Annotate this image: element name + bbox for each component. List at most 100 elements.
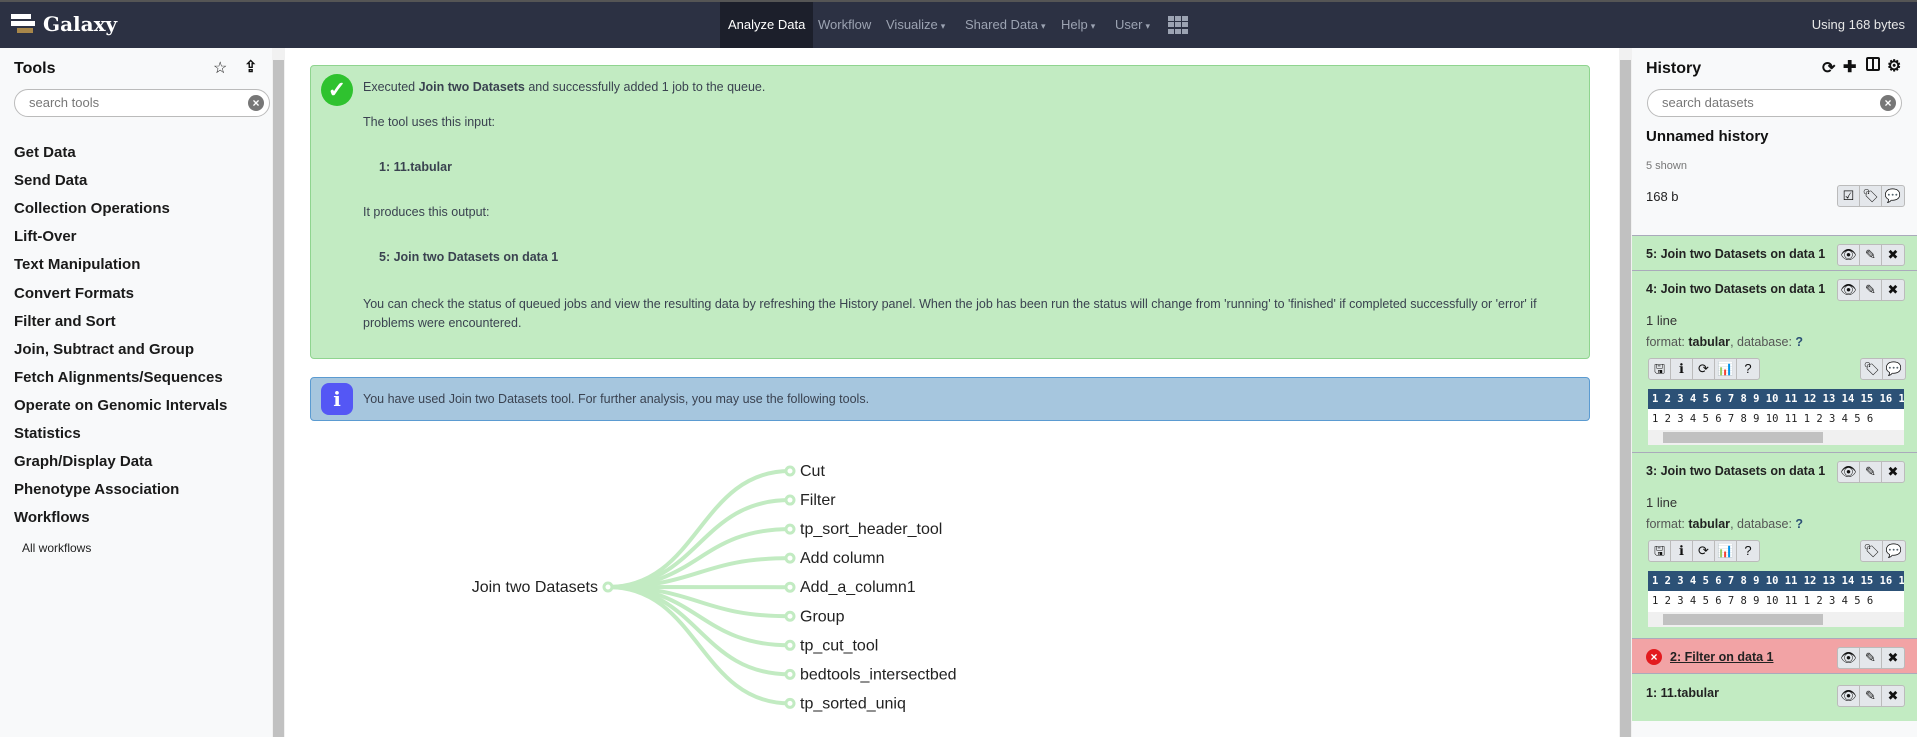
dataset-title[interactable]: 4: Join two Datasets on data 1 [1646,282,1825,296]
tree-node[interactable] [602,581,614,593]
tool-section[interactable]: Collection Operations [14,200,170,217]
tool-section[interactable]: Graph/Display Data [14,453,152,470]
tool-panel-scrollbar[interactable] [272,48,285,737]
info-icon[interactable]: ℹ [1671,541,1693,561]
tree-node[interactable] [784,668,796,680]
suggested-tool-link[interactable]: Add column [800,550,885,567]
center-scrollbar[interactable] [1619,48,1632,737]
save-icon[interactable]: 🖫 [1649,359,1671,379]
history-dataset[interactable]: 3: Join two Datasets on data 1 👁 ✎ ✖ 1 line … [1632,452,1917,638]
nav-visualize[interactable]: Visualize ▾ [878,2,953,48]
help-icon[interactable]: ? [1737,541,1759,561]
history-dataset[interactable]: 1: 11.tabular 👁 ✎ ✖ [1632,673,1917,721]
eye-icon[interactable]: 👁 [1838,686,1860,706]
delete-icon[interactable]: ✖ [1882,462,1904,482]
visualize-icon[interactable]: 📊 [1715,541,1737,561]
upload-icon[interactable]: ⇪ [244,57,257,77]
quota-usage[interactable]: Using 168 bytes [1812,2,1905,48]
history-dataset[interactable]: 4: Join two Datasets on data 1 👁 ✎ ✖ 1 line … [1632,270,1917,452]
tags-icon[interactable]: 🏷 [1861,541,1883,561]
delete-icon[interactable]: ✖ [1882,686,1904,706]
dataset-title[interactable]: 1: 11.tabular [1646,686,1719,700]
tree-node[interactable] [784,610,796,622]
clear-icon[interactable]: × [248,95,264,111]
tree-node[interactable] [784,465,796,477]
nav-help[interactable]: Help ▾ [1053,2,1103,48]
annotation-icon[interactable]: 💬 [1882,186,1904,206]
pencil-icon[interactable]: ✎ [1860,462,1882,482]
suggested-tool-link[interactable]: Group [800,608,845,625]
plus-icon[interactable]: ✚ [1843,57,1856,77]
tool-section[interactable]: Fetch Alignments/Sequences [14,369,223,386]
history-name[interactable]: Unnamed history [1646,128,1769,145]
search-datasets-input[interactable]: search datasets × [1647,89,1902,117]
pencil-icon[interactable]: ✎ [1860,280,1882,300]
nav-analyze-data[interactable]: Analyze Data [720,2,814,48]
tool-section[interactable]: Text Manipulation [14,256,140,273]
tags-icon[interactable]: 🏷 [1861,359,1883,379]
tool-section[interactable]: Get Data [14,144,76,161]
history-dataset[interactable]: × 2: Filter on data 1 👁 ✎ ✖ [1632,638,1917,673]
tool-section[interactable]: Statistics [14,425,81,442]
tree-node[interactable] [784,494,796,506]
suggested-tool-link[interactable]: bedtools_intersectbed [800,666,957,683]
tool-section[interactable]: Phenotype Association [14,481,179,498]
eye-icon[interactable]: 👁 [1838,462,1860,482]
suggested-tool-link[interactable]: Add_a_column1 [800,579,916,596]
rerun-icon[interactable]: ⟳ [1693,359,1715,379]
tool-section[interactable]: Join, Subtract and Group [14,341,194,358]
eye-icon[interactable]: 👁 [1838,280,1860,300]
suggested-tool-link[interactable]: Cut [800,463,825,480]
eye-icon[interactable]: 👁 [1838,245,1860,265]
refresh-icon[interactable]: ⟳ [1822,58,1835,78]
star-icon[interactable]: ☆ [213,58,227,78]
tool-section[interactable]: Lift-Over [14,228,77,245]
info-icon[interactable]: ℹ [1671,359,1693,379]
dataset-title[interactable]: 5: Join two Datasets on data 1 [1646,247,1825,261]
suggested-tool-link[interactable]: tp_sort_header_tool [800,521,942,538]
eye-icon[interactable]: 👁 [1838,648,1860,668]
tree-node[interactable] [784,552,796,564]
annotation-icon[interactable]: 💬 [1883,359,1905,379]
dataset-title[interactable]: 3: Join two Datasets on data 1 [1646,464,1825,478]
suggested-tool-link[interactable]: Filter [800,492,836,509]
rerun-icon[interactable]: ⟳ [1693,541,1715,561]
tree-node[interactable] [784,581,796,593]
tree-node[interactable] [784,523,796,535]
annotation-icon[interactable]: 💬 [1883,541,1905,561]
visualize-icon[interactable]: 📊 [1715,359,1737,379]
history-dataset[interactable]: 5: Join two Datasets on data 1 👁 ✎ ✖ [1632,235,1917,270]
help-icon[interactable]: ? [1737,359,1759,379]
dataset-title[interactable]: 2: Filter on data 1 [1670,650,1774,664]
tool-section[interactable]: Send Data [14,172,87,189]
nav-shared-data[interactable]: Shared Data ▾ [957,2,1054,48]
grid-icon[interactable] [1168,16,1188,34]
suggested-tool-link[interactable]: tp_cut_tool [800,637,878,654]
clear-icon[interactable]: × [1880,95,1896,111]
search-tools-input[interactable]: search tools × [14,89,270,117]
tool-section[interactable]: Filter and Sort [14,313,116,330]
pencil-icon[interactable]: ✎ [1860,686,1882,706]
tags-icon[interactable]: 🏷 [1860,186,1882,206]
gear-icon[interactable]: ⚙ [1887,56,1901,76]
delete-icon[interactable]: ✖ [1882,245,1904,265]
select-icon[interactable]: ☑ [1838,186,1860,206]
pencil-icon[interactable]: ✎ [1860,245,1882,265]
delete-icon[interactable]: ✖ [1882,648,1904,668]
brand[interactable]: Galaxy [11,12,117,36]
nav-workflow[interactable]: Workflow [810,2,879,48]
suggested-tool-link[interactable]: tp_sorted_uniq [800,695,906,712]
delete-icon[interactable]: ✖ [1882,280,1904,300]
all-workflows-link[interactable]: All workflows [22,541,91,555]
tree-node[interactable] [784,639,796,651]
save-icon[interactable]: 🖫 [1649,541,1671,561]
peek-scrollbar[interactable] [1648,430,1904,445]
nav-user[interactable]: User ▾ [1107,2,1158,48]
tool-section[interactable]: Convert Formats [14,285,134,302]
tool-section[interactable]: Workflows [14,509,90,526]
pencil-icon[interactable]: ✎ [1860,648,1882,668]
tool-section[interactable]: Operate on Genomic Intervals [14,397,227,414]
tree-node[interactable] [784,697,796,709]
columns-icon[interactable] [1866,57,1880,71]
peek-scrollbar[interactable] [1648,612,1904,627]
